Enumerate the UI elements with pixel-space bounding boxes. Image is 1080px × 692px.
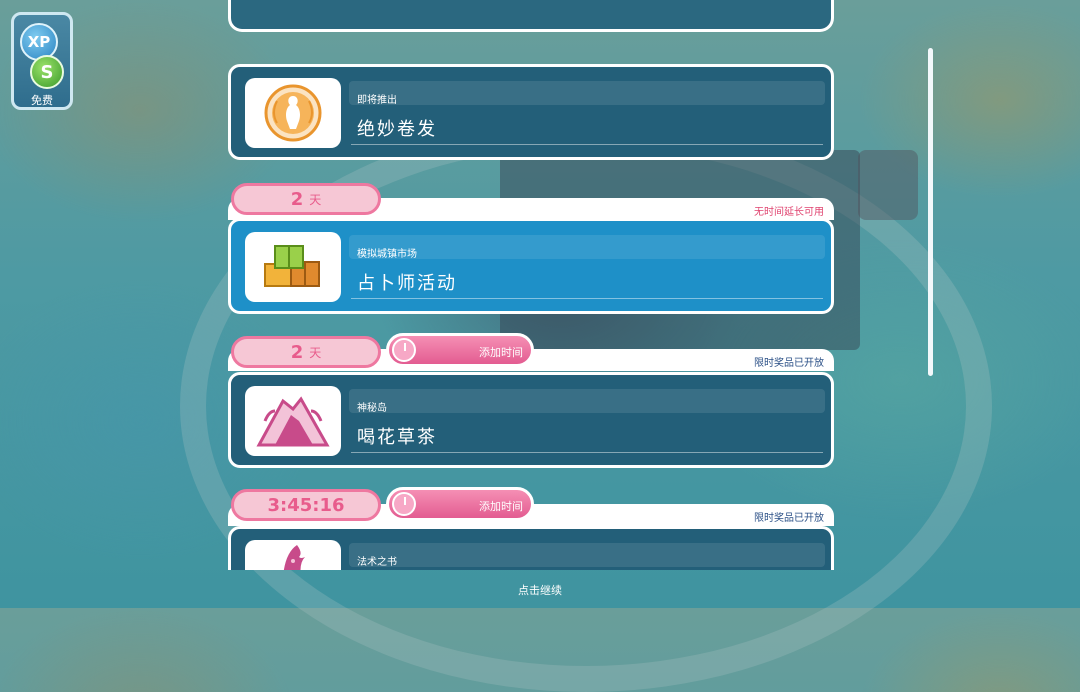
card-band: [349, 81, 825, 105]
event-card-spellbook[interactable]: 法术之书: [228, 526, 834, 570]
volcano-island-icon: [256, 396, 330, 447]
event-timer: 2 天: [231, 183, 381, 215]
event-note: 限时奖品已开放: [754, 513, 824, 524]
clock-icon: [392, 492, 416, 516]
scrollbar[interactable]: [928, 48, 933, 376]
add-time-label: 添加时间: [479, 500, 523, 513]
event-note: 限时奖品已开放: [754, 358, 824, 369]
event-title: 占卜师活动: [357, 273, 457, 294]
event-timer: 3:45:16: [231, 489, 381, 521]
card-band: [349, 389, 825, 413]
add-time-button[interactable]: 添加时间: [386, 487, 534, 521]
well: [858, 150, 918, 220]
add-time-label: 添加时间: [479, 346, 523, 359]
wizard-hat-icon: [283, 545, 305, 570]
event-card-curly-hair[interactable]: 即将推出 绝妙卷发: [228, 64, 834, 160]
timer-unit: 天: [309, 345, 322, 360]
xp-currency-widget[interactable]: XP S 免费: [11, 12, 73, 110]
divider: [351, 144, 823, 145]
event-title: 绝妙卷发: [357, 119, 437, 140]
event-title: 喝花草茶: [357, 427, 437, 448]
card-band: [349, 235, 825, 259]
add-time-button[interactable]: 添加时间: [386, 333, 534, 367]
event-subtitle: 法术之书: [357, 557, 397, 568]
divider: [351, 452, 823, 453]
divider: [351, 298, 823, 299]
previous-event-card[interactable]: [228, 0, 834, 32]
crates-icon: [264, 245, 320, 287]
event-subtitle: 模拟城镇市场: [357, 249, 417, 260]
golden-lady-laurel-icon: [264, 84, 322, 142]
timer-value: 2: [290, 188, 304, 210]
event-note: 无时间延长可用: [754, 207, 824, 218]
timer-value: 3:45:16: [267, 494, 345, 516]
event-icon-frame: [245, 232, 341, 302]
clock-icon: [392, 338, 416, 362]
event-icon-frame: [245, 386, 341, 456]
card-band: [349, 543, 825, 567]
event-subtitle: 即将推出: [357, 95, 397, 106]
event-card-herbal-tea[interactable]: 神秘岛 喝花草茶: [228, 372, 834, 468]
simoleon-icon: S: [30, 55, 64, 89]
event-timer: 2 天: [231, 336, 381, 368]
free-label: 免费: [31, 94, 53, 107]
timer-unit: 天: [309, 192, 322, 207]
event-icon-frame: [245, 78, 341, 148]
event-subtitle: 神秘岛: [357, 403, 387, 414]
timer-value: 2: [290, 341, 304, 363]
tap-to-continue-hint[interactable]: 点击继续: [0, 582, 1080, 598]
event-card-fortune-teller[interactable]: 模拟城镇市场 占卜师活动: [228, 218, 834, 314]
event-icon-frame: [245, 540, 341, 570]
